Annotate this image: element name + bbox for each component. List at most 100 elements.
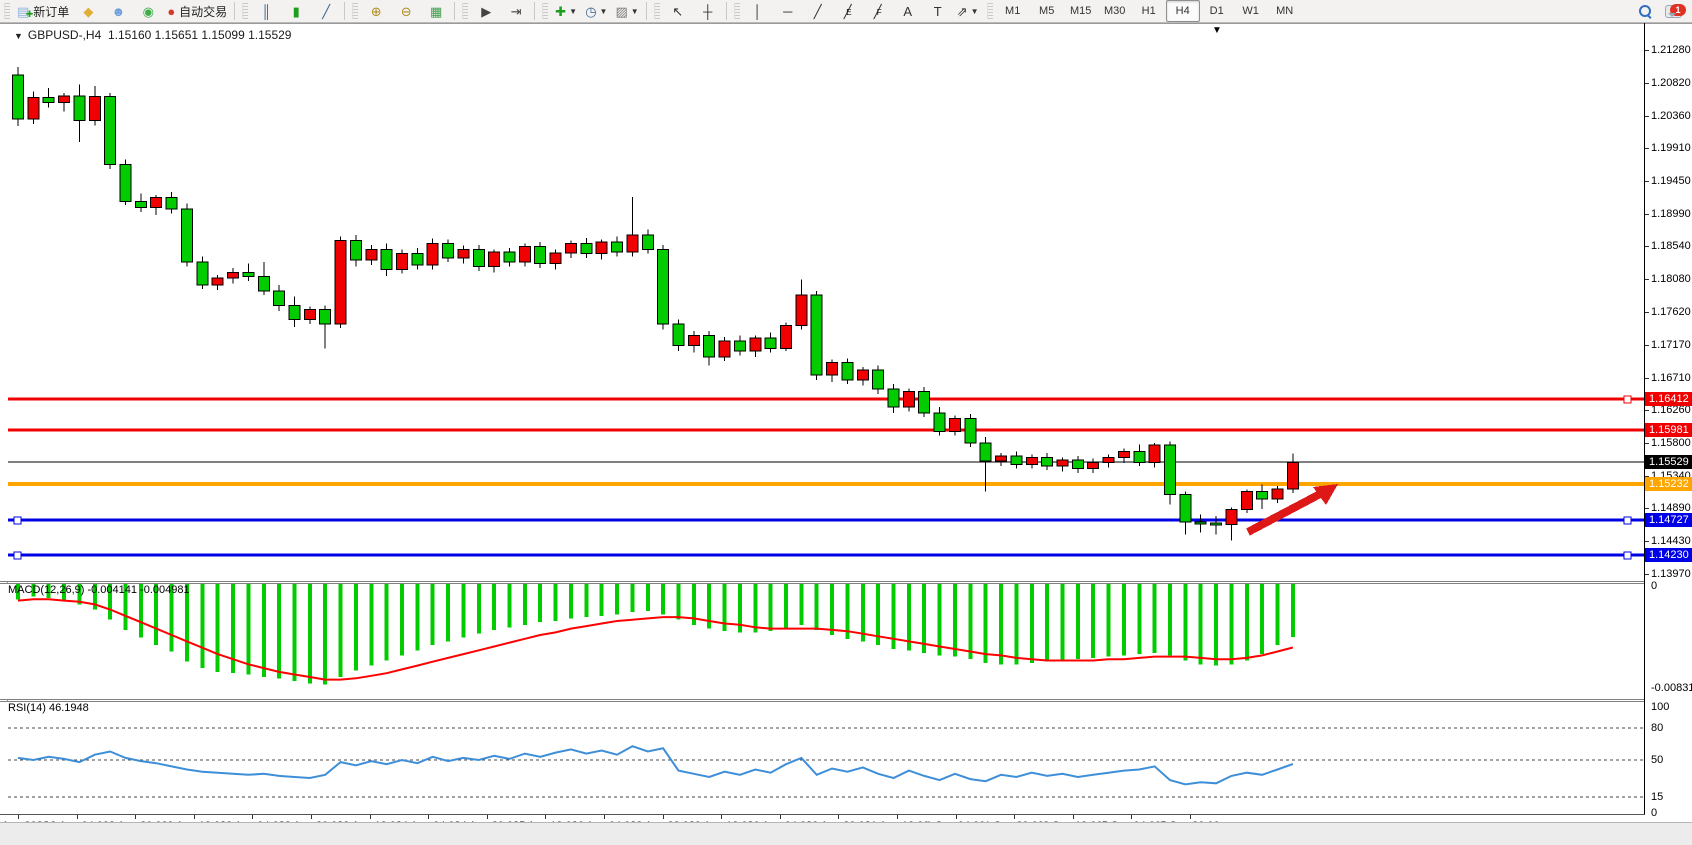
zoom-out-button[interactable]: ⊖ bbox=[391, 0, 421, 22]
pane-splitter[interactable] bbox=[0, 581, 1692, 582]
dropdown-caret-icon[interactable]: ▼ bbox=[569, 7, 577, 16]
candle bbox=[1226, 510, 1237, 525]
candle bbox=[381, 249, 392, 269]
macd-zero-label: 0 bbox=[1651, 580, 1657, 592]
cursor-icon: ↖ bbox=[672, 5, 683, 18]
vertical-line-button[interactable]: │ bbox=[743, 0, 773, 22]
templates-button[interactable]: ▨▼ bbox=[611, 0, 642, 22]
dropdown-caret-icon[interactable]: ▼ bbox=[600, 7, 608, 16]
auto-trading-button[interactable]: ●自动交易 bbox=[163, 0, 231, 22]
axis-tick-mark bbox=[1645, 50, 1649, 51]
toolbar-separator bbox=[534, 2, 535, 20]
pane-splitter[interactable] bbox=[0, 699, 1692, 700]
chart-shift-button[interactable]: ⇥ bbox=[501, 0, 531, 22]
indicators-button[interactable]: ✚▼ bbox=[551, 0, 581, 22]
toolbar-grip[interactable] bbox=[4, 3, 10, 19]
candle bbox=[1287, 462, 1298, 488]
chart-shift-icon: ⇥ bbox=[511, 5, 522, 18]
tile-windows-button[interactable]: ▦ bbox=[421, 0, 451, 22]
candle bbox=[550, 253, 561, 264]
candle bbox=[1118, 452, 1129, 458]
blue-support-line-1-handle[interactable] bbox=[1624, 517, 1631, 524]
toolbar-grip[interactable] bbox=[462, 3, 468, 19]
toolbar-grip[interactable] bbox=[734, 3, 740, 19]
auto-trading-icon: ● bbox=[167, 5, 175, 18]
new-order-button-label: 新订单 bbox=[33, 3, 69, 20]
axis-tick-mark bbox=[1645, 312, 1649, 313]
search-tail bbox=[1647, 14, 1652, 19]
timeframe-mn-button[interactable]: MN bbox=[1268, 0, 1302, 22]
dropdown-caret-icon[interactable]: ▼ bbox=[631, 7, 639, 16]
fibonacci-button[interactable]: ╱F bbox=[863, 0, 893, 22]
chevron-down-icon[interactable]: ▼ bbox=[14, 31, 23, 41]
candle bbox=[888, 389, 899, 407]
axis-tick-label: 1.14430 bbox=[1651, 535, 1691, 547]
toolbar-grip[interactable] bbox=[542, 3, 548, 19]
axis-tick-mark bbox=[1645, 378, 1649, 379]
timeframe-h4-button[interactable]: H4 bbox=[1166, 0, 1200, 22]
candle bbox=[135, 201, 146, 207]
horizontal-line-button[interactable]: ─ bbox=[773, 0, 803, 22]
text-label-button[interactable]: T bbox=[923, 0, 953, 22]
candle bbox=[335, 241, 346, 324]
new-order-button[interactable]: ▤✚ 新订单 bbox=[13, 0, 73, 22]
candle bbox=[934, 413, 945, 432]
profiles-button[interactable]: ☻ bbox=[103, 0, 133, 22]
trendline-button[interactable]: ╱ bbox=[803, 0, 833, 22]
timeframe-d1-button[interactable]: D1 bbox=[1200, 0, 1234, 22]
periods-button[interactable]: ◷▼ bbox=[581, 0, 611, 22]
text-button[interactable]: A bbox=[893, 0, 923, 22]
time-tick-mark bbox=[252, 815, 253, 819]
data-end-marker-icon: ▼ bbox=[1212, 25, 1222, 36]
orange-support-line-price-label: 1.15232 bbox=[1645, 477, 1692, 491]
rsi-level-label: 0 bbox=[1651, 807, 1657, 819]
candle bbox=[1211, 523, 1222, 525]
macd-pane[interactable] bbox=[0, 584, 1645, 699]
styler-button[interactable]: ◆ bbox=[73, 0, 103, 22]
templates-icon: ▨ bbox=[615, 5, 627, 18]
toolbar-grip[interactable] bbox=[987, 3, 993, 19]
equidistant-channel-button[interactable]: ╱E bbox=[833, 0, 863, 22]
toolbar-separator bbox=[646, 2, 647, 20]
candle bbox=[704, 335, 715, 357]
blue-support-line-2-handle[interactable] bbox=[1624, 552, 1631, 559]
ohlc-values: 1.15160 1.15651 1.15099 1.15529 bbox=[108, 28, 292, 42]
timeframe-w1-button[interactable]: W1 bbox=[1234, 0, 1268, 22]
arrows-tool-button[interactable]: ⇗▼ bbox=[953, 0, 983, 22]
toolbar-grip[interactable] bbox=[242, 3, 248, 19]
toolbar-grip[interactable] bbox=[654, 3, 660, 19]
candlestick-chart-button[interactable]: ▮ bbox=[281, 0, 311, 22]
cursor-button[interactable]: ↖ bbox=[663, 0, 693, 22]
rsi-pane[interactable] bbox=[0, 702, 1645, 814]
blue-support-line-2-handle[interactable] bbox=[14, 552, 21, 559]
profiles-icon: ☻ bbox=[111, 5, 125, 18]
time-tick-mark bbox=[604, 815, 605, 819]
blue-support-line-1-handle[interactable] bbox=[14, 517, 21, 524]
timeframe-m1-button[interactable]: M1 bbox=[996, 0, 1030, 22]
chat-icon[interactable]: 1 bbox=[1665, 5, 1682, 18]
candle bbox=[1165, 445, 1176, 494]
bar-chart-button[interactable]: ║ bbox=[251, 0, 281, 22]
chart-window[interactable]: ▼GBPUSD-,H4 1.15160 1.15651 1.15099 1.15… bbox=[0, 23, 1692, 845]
timeframe-m15-button[interactable]: M15 bbox=[1064, 0, 1098, 22]
auto-scroll-button[interactable]: ▶ bbox=[471, 0, 501, 22]
crosshair-button[interactable]: ┼ bbox=[693, 0, 723, 22]
timeframe-m5-button[interactable]: M5 bbox=[1030, 0, 1064, 22]
dropdown-caret-icon[interactable]: ▼ bbox=[971, 7, 979, 16]
line-chart-button[interactable]: ╱ bbox=[311, 0, 341, 22]
price-pane[interactable] bbox=[0, 24, 1645, 581]
zoom-in-button[interactable]: ⊕ bbox=[361, 0, 391, 22]
timeframe-h1-button[interactable]: H1 bbox=[1132, 0, 1166, 22]
resistance-line-1-handle[interactable] bbox=[1624, 396, 1631, 403]
time-tick-mark bbox=[663, 815, 664, 819]
timeframe-m30-button[interactable]: M30 bbox=[1098, 0, 1132, 22]
macd-histogram bbox=[18, 584, 1293, 685]
axis-tick-label: 1.20360 bbox=[1651, 110, 1691, 122]
candle bbox=[842, 363, 853, 380]
toolbar-grip[interactable] bbox=[352, 3, 358, 19]
signal-button[interactable]: ◉ bbox=[133, 0, 163, 22]
new-order-icon: ▤✚ bbox=[17, 5, 29, 18]
search-icon[interactable] bbox=[1639, 5, 1651, 17]
blue-support-line-1-price-label: 1.14727 bbox=[1645, 513, 1692, 527]
time-tick-mark bbox=[897, 815, 898, 819]
